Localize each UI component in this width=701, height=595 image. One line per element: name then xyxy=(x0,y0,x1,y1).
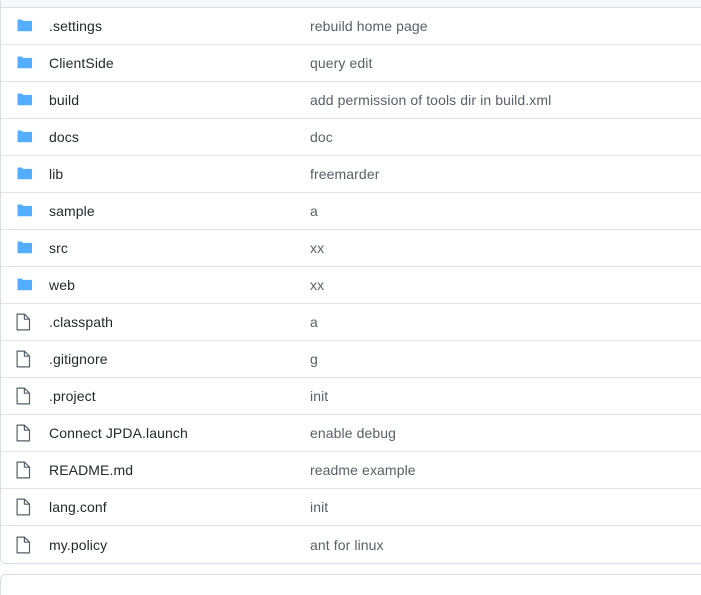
file-icon xyxy=(1,350,49,368)
commit-message-link[interactable]: a xyxy=(310,203,701,219)
file-name-link[interactable]: web xyxy=(49,277,310,293)
commit-message-link[interactable]: xx xyxy=(310,277,701,293)
folder-icon xyxy=(1,55,49,71)
file-name-link[interactable]: build xyxy=(49,92,310,108)
table-row[interactable]: lang.conf init xyxy=(1,489,701,526)
folder-icon xyxy=(1,18,49,34)
file-name-link[interactable]: my.policy xyxy=(49,537,310,553)
file-name-link[interactable]: sample xyxy=(49,203,310,219)
table-row[interactable]: .settings rebuild home page xyxy=(1,8,701,45)
file-listing-header xyxy=(1,0,701,8)
file-name-link[interactable]: Connect JPDA.launch xyxy=(49,425,310,441)
commit-message-link[interactable]: rebuild home page xyxy=(310,18,701,34)
folder-icon xyxy=(1,129,49,145)
commit-message-link[interactable]: readme example xyxy=(310,462,701,478)
commit-message-link[interactable]: g xyxy=(310,351,701,367)
commit-message-link[interactable]: init xyxy=(310,388,701,404)
table-row[interactable]: build add permission of tools dir in buil… xyxy=(1,82,701,119)
table-row[interactable]: README.md readme example xyxy=(1,452,701,489)
file-icon xyxy=(1,313,49,331)
commit-message-link[interactable]: xx xyxy=(310,240,701,256)
table-row[interactable]: src xx xyxy=(1,230,701,267)
table-row[interactable]: lib freemarder xyxy=(1,156,701,193)
folder-icon xyxy=(1,92,49,108)
commit-message-link[interactable]: a xyxy=(310,314,701,330)
folder-icon xyxy=(1,277,49,293)
commit-message-link[interactable]: freemarder xyxy=(310,166,701,182)
file-name-link[interactable]: .settings xyxy=(49,18,310,34)
commit-message-link[interactable]: ant for linux xyxy=(310,537,701,553)
folder-icon xyxy=(1,203,49,219)
file-name-link[interactable]: lib xyxy=(49,166,310,182)
file-name-link[interactable]: ClientSide xyxy=(49,55,310,71)
commit-message-link[interactable]: query edit xyxy=(310,55,701,71)
file-icon xyxy=(1,387,49,405)
commit-message-link[interactable]: init xyxy=(310,499,701,515)
file-icon xyxy=(1,536,49,554)
table-row[interactable]: my.policy ant for linux xyxy=(1,526,701,563)
commit-message-link[interactable]: enable debug xyxy=(310,425,701,441)
table-row[interactable]: docs doc xyxy=(1,119,701,156)
file-browser-page: .settings rebuild home page ClientSide quer… xyxy=(0,0,701,595)
commit-message-link[interactable]: doc xyxy=(310,129,701,145)
file-name-link[interactable]: .classpath xyxy=(49,314,310,330)
file-name-link[interactable]: .gitignore xyxy=(49,351,310,367)
table-row[interactable]: Connect JPDA.launch enable debug xyxy=(1,415,701,452)
table-row[interactable]: .classpath a xyxy=(1,304,701,341)
folder-icon xyxy=(1,240,49,256)
file-listing-rows: .settings rebuild home page ClientSide quer… xyxy=(1,8,701,563)
file-name-link[interactable]: lang.conf xyxy=(49,499,310,515)
file-icon xyxy=(1,498,49,516)
table-row[interactable]: sample a xyxy=(1,193,701,230)
file-icon xyxy=(1,461,49,479)
folder-icon xyxy=(1,166,49,182)
file-name-link[interactable]: .project xyxy=(49,388,310,404)
table-row[interactable]: ClientSide query edit xyxy=(1,45,701,82)
table-row[interactable]: web xx xyxy=(1,267,701,304)
file-listing-panel: .settings rebuild home page ClientSide quer… xyxy=(0,0,701,564)
commit-message-link[interactable]: add permission of tools dir in build.xml xyxy=(310,92,701,108)
file-icon xyxy=(1,424,49,442)
file-name-link[interactable]: src xyxy=(49,240,310,256)
table-row[interactable]: .project init xyxy=(1,378,701,415)
file-name-link[interactable]: docs xyxy=(49,129,310,145)
file-name-link[interactable]: README.md xyxy=(49,462,310,478)
readme-panel xyxy=(0,574,701,595)
table-row[interactable]: .gitignore g xyxy=(1,341,701,378)
